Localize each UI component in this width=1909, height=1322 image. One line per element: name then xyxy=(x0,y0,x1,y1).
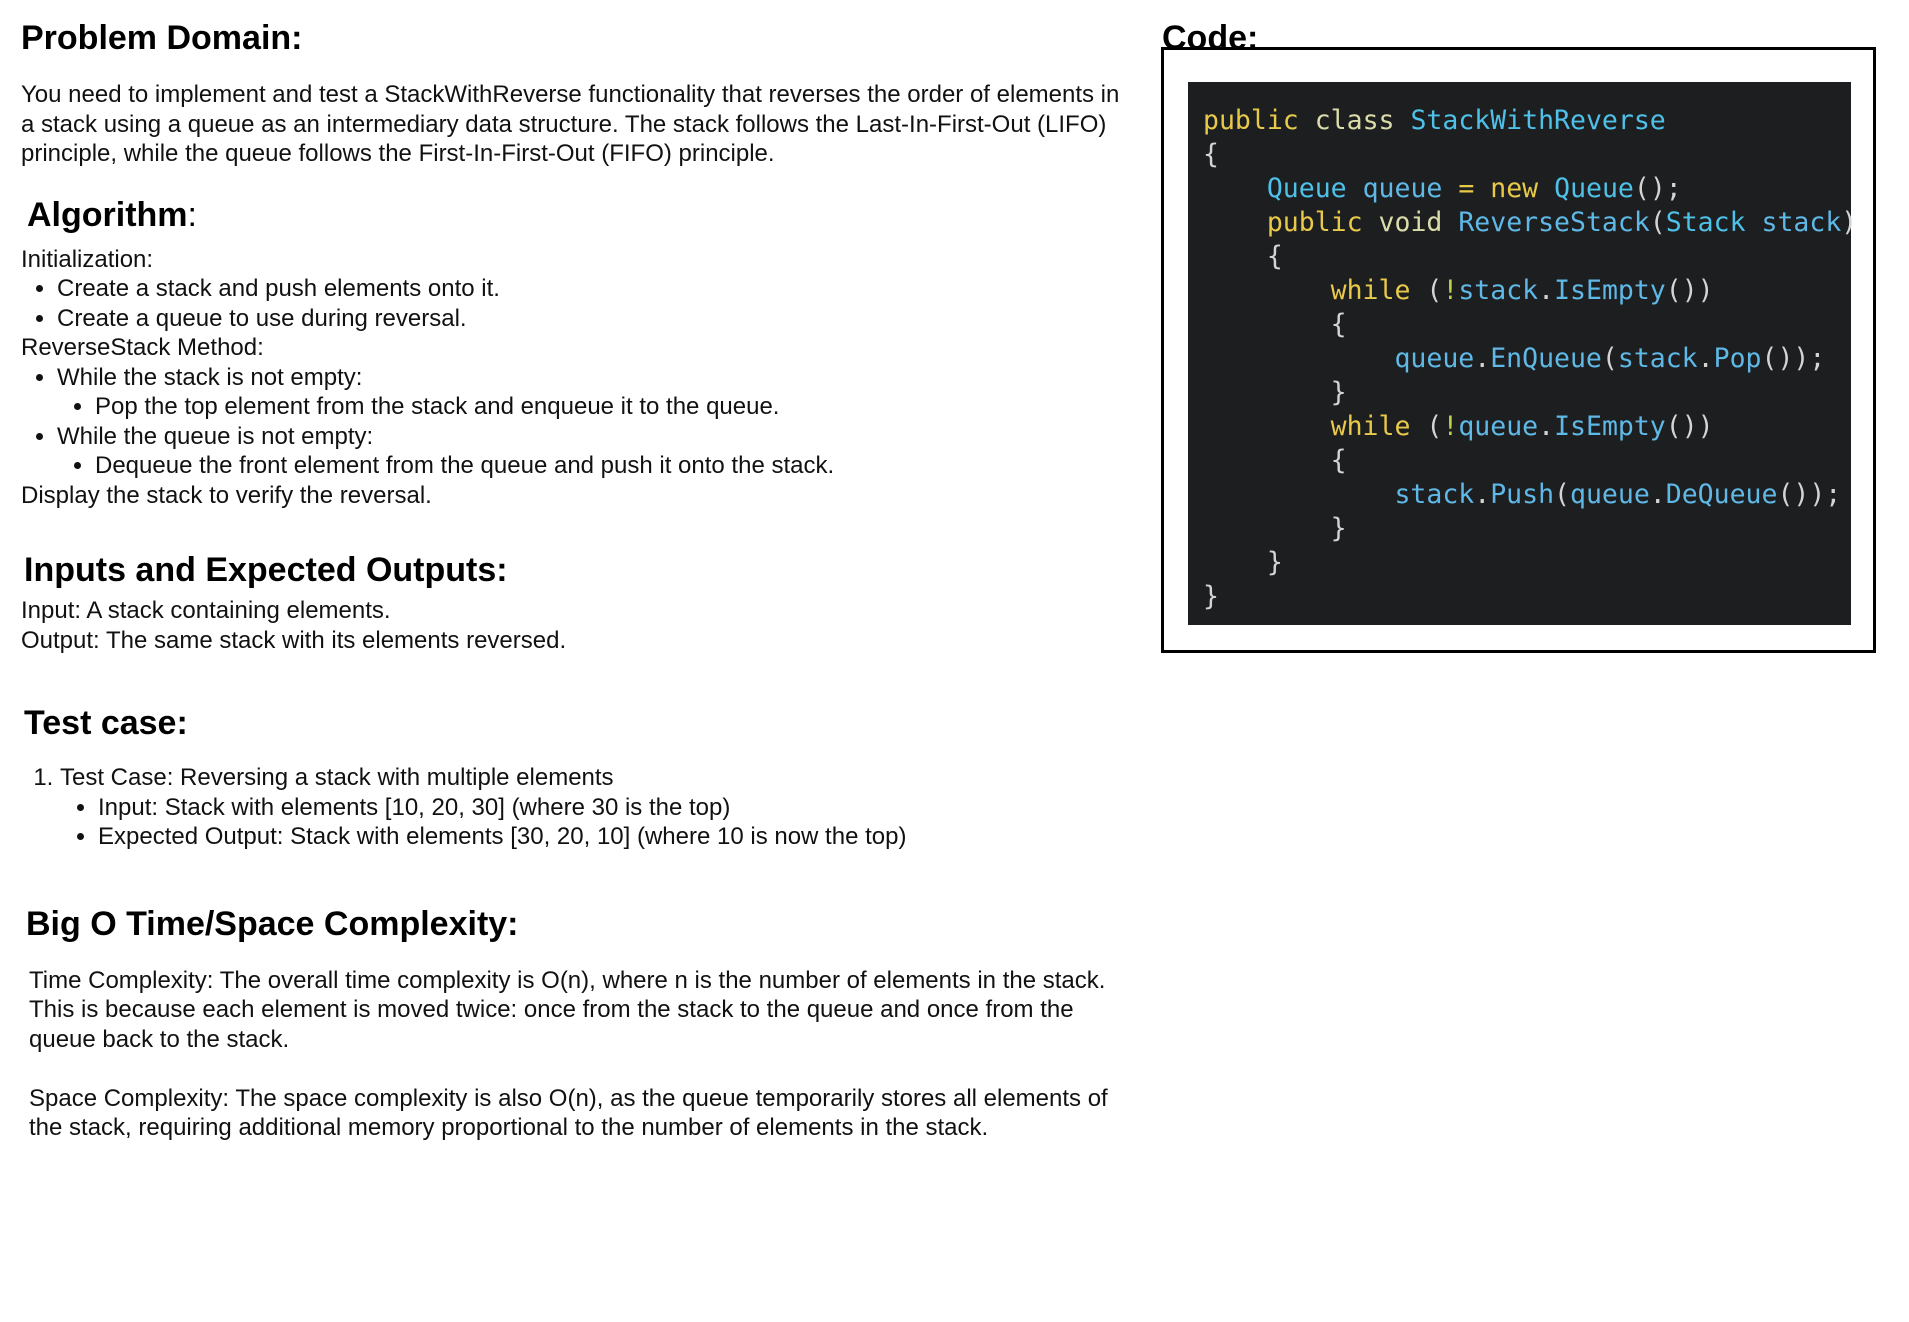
code-token: Queue xyxy=(1554,173,1634,204)
reverse-method-label: ReverseStack Method: xyxy=(21,334,264,361)
code-line: stack.Push(queue.DeQueue()); xyxy=(1394,479,1842,510)
code-frame: public class StackWithReverse{ Queue que… xyxy=(1161,47,1876,653)
code-line: { xyxy=(1203,444,1851,478)
test-case-item: Test Case: Reversing a stack with multip… xyxy=(60,763,1131,852)
test-case-heading: Test case: xyxy=(24,704,188,742)
test-case-expected: Expected Output: Stack with elements [30… xyxy=(98,822,1131,852)
output-line: Output: The same stack with its elements… xyxy=(21,626,567,654)
big-o-heading: Big O Time/Space Complexity: xyxy=(26,904,519,943)
code-line: queue.EnQueue(stack.Pop()); xyxy=(1394,343,1826,374)
code-token: class xyxy=(1314,105,1395,136)
code-heading: Code: xyxy=(1162,19,1259,57)
code-token: ReverseStack xyxy=(1458,207,1650,238)
space-complexity-text: Space Complexity: The space complexity i… xyxy=(29,1084,1108,1142)
code-token: stack xyxy=(1394,479,1475,510)
code-line: { xyxy=(1203,240,1851,274)
code-token: new xyxy=(1490,173,1539,204)
code-token: stack xyxy=(1617,343,1698,374)
test-case-title: Test Case: Reversing a stack with multip… xyxy=(60,764,614,791)
code-token: Queue xyxy=(1266,173,1347,204)
code-token: IsEmpty xyxy=(1554,411,1666,442)
code-line: { xyxy=(1203,138,1851,172)
code-token: { xyxy=(1266,241,1283,272)
code-token: public xyxy=(1203,105,1299,136)
list-item: While the stack is not empty: Pop the to… xyxy=(57,363,1131,422)
code-token: } xyxy=(1330,513,1347,544)
code-token: void xyxy=(1378,207,1443,238)
code-token: Pop xyxy=(1713,343,1762,374)
code-token: ! xyxy=(1442,411,1459,442)
code-line: public class StackWithReverse xyxy=(1203,104,1851,138)
document-body: Problem Domain: You need to implement an… xyxy=(21,18,1131,1143)
code-token: { xyxy=(1203,139,1219,170)
list-item: Create a queue to use during reversal. xyxy=(57,304,1131,334)
code-token: { xyxy=(1330,445,1347,476)
big-o-body: Time Complexity: The overall time comple… xyxy=(21,966,1129,1143)
time-complexity-text: Time Complexity: The overall time comple… xyxy=(29,966,1106,1053)
code-line: { xyxy=(1203,308,1851,342)
code-text: public class StackWithReverse{ Queue que… xyxy=(1188,82,1858,614)
code-token: stack xyxy=(1458,275,1539,306)
code-token: queue xyxy=(1362,173,1443,204)
code-line: } xyxy=(1203,512,1851,546)
code-token: DeQueue xyxy=(1665,479,1778,510)
problem-domain-text: You need to implement and test a StackWi… xyxy=(21,81,1120,167)
problem-domain-heading: Problem Domain: xyxy=(21,19,303,57)
code-token: } xyxy=(1266,547,1283,578)
code-token: queue xyxy=(1394,343,1475,374)
code-block: public class StackWithReverse{ Queue que… xyxy=(1188,82,1858,625)
code-token: Stack xyxy=(1665,207,1746,238)
sub-list: Dequeue the front element from the queue… xyxy=(57,451,1131,481)
code-token: queue xyxy=(1570,479,1650,510)
code-token: stack xyxy=(1761,207,1842,238)
code-token: Push xyxy=(1490,479,1555,510)
algorithm-heading: Algorithm: xyxy=(21,195,1131,235)
initialization-list: Create a stack and push elements onto it… xyxy=(21,274,1131,333)
test-case-list: Test Case: Reversing a stack with multip… xyxy=(24,763,1131,852)
input-line: Input: A stack containing elements. xyxy=(21,597,391,624)
display-line: Display the stack to verify the reversal… xyxy=(21,481,432,509)
code-token: StackWithReverse xyxy=(1410,105,1666,136)
code-line: } xyxy=(1203,376,1851,410)
sub-list-item: Dequeue the front element from the queue… xyxy=(95,451,1131,481)
code-line: while (!queue.IsEmpty()) xyxy=(1330,411,1714,442)
code-token: ! xyxy=(1442,275,1459,306)
test-case-input: Input: Stack with elements [10, 20, 30] … xyxy=(98,793,1131,823)
algorithm-body: Initialization: Create a stack and push … xyxy=(21,245,1131,511)
sub-list: Pop the top element from the stack and e… xyxy=(57,392,1131,422)
code-token: } xyxy=(1330,377,1347,408)
algorithm-heading-colon: : xyxy=(187,195,197,234)
list-item-text: While the queue is not empty: xyxy=(57,422,374,450)
code-token: while xyxy=(1330,411,1411,442)
code-token: { xyxy=(1330,309,1347,340)
code-token: IsEmpty xyxy=(1554,275,1666,306)
algorithm-heading-text: Algorithm xyxy=(27,195,188,234)
code-line: } xyxy=(1203,580,1851,614)
sub-list-item: Pop the top element from the stack and e… xyxy=(95,392,1131,422)
code-token: (); xyxy=(1633,173,1682,204)
code-token: EnQueue xyxy=(1490,343,1602,374)
code-line: } xyxy=(1203,546,1851,580)
inputs-outputs-heading: Inputs and Expected Outputs: xyxy=(24,551,508,589)
inputs-outputs-body: Input: A stack containing elements. Outp… xyxy=(21,596,1131,655)
test-case-body: Test Case: Reversing a stack with multip… xyxy=(21,763,1131,852)
code-token: = xyxy=(1458,173,1475,204)
list-item: Create a stack and push elements onto it… xyxy=(57,274,1131,304)
code-line: while (!stack.IsEmpty()) xyxy=(1330,275,1714,306)
code-line: Queue queue = new Queue(); xyxy=(1203,172,1851,206)
code-line: public void ReverseStack(Stack stack) xyxy=(1266,207,1858,238)
code-token: } xyxy=(1203,581,1219,612)
reverse-method-list: While the stack is not empty: Pop the to… xyxy=(21,363,1131,481)
list-item: While the queue is not empty: Dequeue th… xyxy=(57,422,1131,481)
code-token: queue xyxy=(1458,411,1539,442)
initialization-label: Initialization: xyxy=(21,245,154,273)
list-item-text: While the stack is not empty: xyxy=(57,363,363,391)
code-token: while xyxy=(1330,275,1411,306)
code-token: public xyxy=(1266,207,1363,238)
test-case-details: Input: Stack with elements [10, 20, 30] … xyxy=(60,793,1131,852)
